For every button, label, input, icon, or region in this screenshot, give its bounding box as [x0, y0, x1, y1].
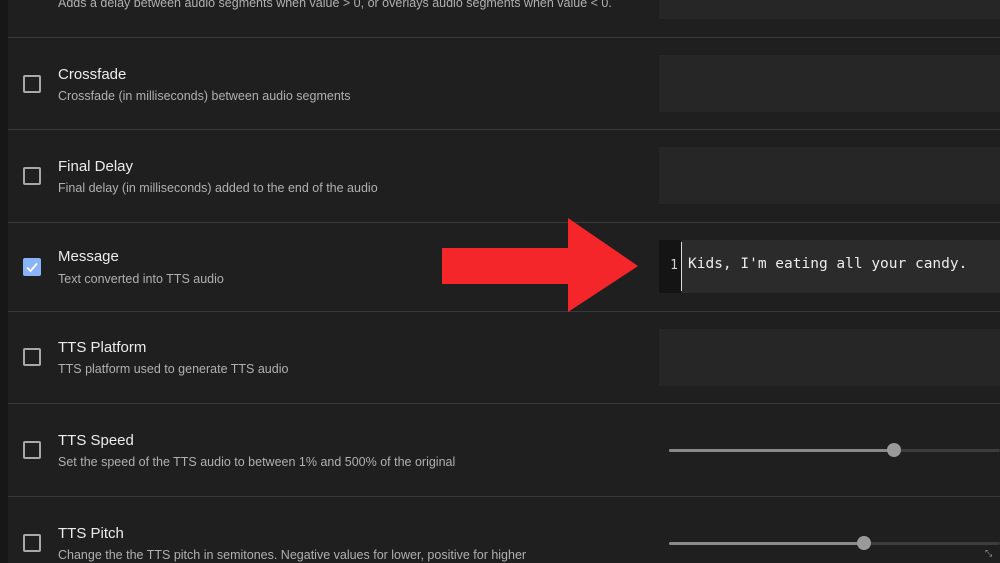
setting-label: Message — [58, 248, 119, 265]
line-number-gutter: 1 — [659, 240, 681, 293]
setting-description: Final delay (in milliseconds) added to t… — [58, 181, 378, 195]
message-checkbox[interactable] — [23, 258, 41, 276]
final-delay-checkbox[interactable] — [23, 167, 41, 185]
tts-pitch-slider-fill — [669, 542, 865, 545]
tts-pitch-slider[interactable] — [669, 536, 1000, 550]
tts-speed-slider-thumb[interactable] — [887, 443, 902, 457]
resize-icon: ⤡ — [985, 548, 993, 558]
left-edge-bar — [0, 0, 8, 563]
delay-input[interactable] — [659, 0, 1000, 19]
setting-label: Final Delay — [58, 158, 134, 175]
setting-label: TTS Pitch — [58, 525, 124, 542]
crossfade-checkbox[interactable] — [23, 75, 41, 93]
check-icon — [26, 262, 38, 273]
tts-platform-select[interactable] — [659, 329, 1000, 386]
message-code-editor[interactable]: 1 Kids, I'm eating all your candy. — [659, 240, 1000, 293]
setting-label: TTS Speed — [58, 432, 134, 449]
tts-pitch-checkbox[interactable] — [23, 534, 41, 552]
setting-label: TTS Platform — [58, 339, 147, 356]
tts-platform-checkbox[interactable] — [23, 348, 41, 366]
setting-description: Adds a delay between audio segments when… — [58, 0, 612, 10]
message-text[interactable]: Kids, I'm eating all your candy. — [688, 256, 967, 272]
setting-description: Crossfade (in milliseconds) between audi… — [58, 89, 351, 103]
final-delay-input[interactable] — [659, 147, 1000, 204]
setting-row-tts-pitch: TTS Pitch Change the the TTS pitch in se… — [8, 497, 1000, 563]
tts-speed-slider[interactable] — [669, 443, 1000, 457]
right-arrow-icon — [442, 218, 638, 312]
tts-speed-slider-fill — [669, 449, 895, 452]
tts-speed-checkbox[interactable] — [23, 441, 41, 459]
setting-description: Text converted into TTS audio — [58, 272, 224, 286]
setting-description: Set the speed of the TTS audio to betwee… — [58, 455, 456, 469]
setting-description: Change the the TTS pitch in semitones. N… — [58, 548, 527, 562]
crossfade-input[interactable] — [659, 55, 1000, 112]
setting-description: TTS platform used to generate TTS audio — [58, 362, 289, 376]
text-cursor — [681, 242, 682, 291]
setting-label: Crossfade — [58, 66, 127, 83]
line-number: 1 — [670, 258, 678, 273]
